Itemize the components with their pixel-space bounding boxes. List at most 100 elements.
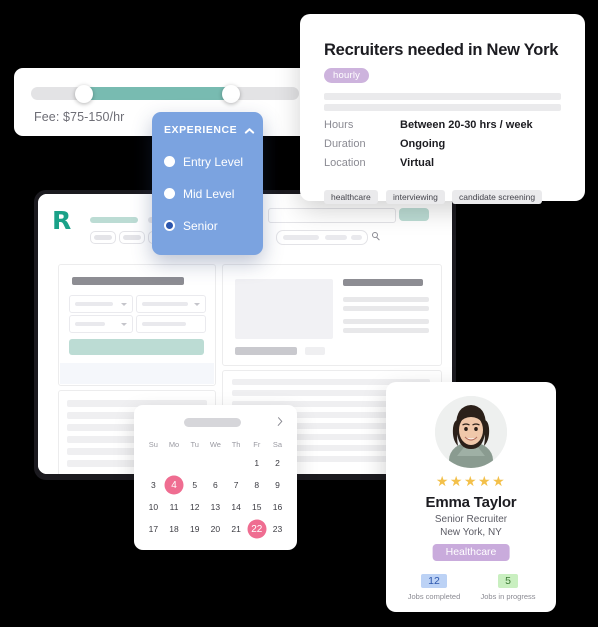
job-description-line bbox=[324, 104, 561, 111]
calendar-month-placeholder[interactable] bbox=[184, 418, 241, 427]
calendar-day-selected[interactable]: 22 bbox=[246, 518, 267, 540]
stat-caption: Jobs completed bbox=[407, 592, 461, 601]
calendar-day[interactable] bbox=[143, 452, 164, 474]
radio-selected-icon[interactable] bbox=[164, 220, 175, 231]
calendar-week-row: 1 2 bbox=[143, 452, 288, 474]
radio-icon[interactable] bbox=[164, 156, 175, 167]
calendar-day[interactable]: 17 bbox=[143, 518, 164, 540]
chevron-up-icon[interactable] bbox=[244, 127, 252, 135]
stat-value: 5 bbox=[498, 574, 518, 588]
calendar-day[interactable]: 23 bbox=[267, 518, 288, 540]
filter-dropdown-1[interactable] bbox=[69, 295, 133, 313]
calendar-day[interactable] bbox=[184, 452, 205, 474]
nav-placeholder-1[interactable] bbox=[90, 217, 138, 223]
experience-option-label: Senior bbox=[183, 219, 218, 233]
header-action-button[interactable] bbox=[399, 208, 429, 221]
calendar-weekday: Su bbox=[148, 440, 158, 449]
chevron-right-icon[interactable] bbox=[276, 418, 284, 427]
filters-panel-heading bbox=[72, 277, 184, 285]
calendar-weekday: Mo bbox=[168, 440, 180, 449]
content-secondary-button[interactable] bbox=[305, 347, 325, 355]
fee-range-handle-max[interactable] bbox=[222, 84, 240, 103]
calendar-day[interactable]: 8 bbox=[246, 474, 267, 496]
job-detail-value: Virtual bbox=[400, 157, 435, 169]
calendar-day[interactable] bbox=[164, 452, 185, 474]
fee-range-handle-min[interactable] bbox=[75, 84, 93, 103]
calendar-day[interactable]: 18 bbox=[164, 518, 185, 540]
calendar-day[interactable]: 6 bbox=[205, 474, 226, 496]
stat-caption: Jobs in progress bbox=[480, 592, 536, 601]
rating-stars: ★★★★★ bbox=[435, 473, 507, 489]
content-heading bbox=[343, 279, 423, 286]
calendar-weekday: Fr bbox=[253, 440, 261, 449]
calendar-day[interactable]: 13 bbox=[205, 496, 226, 518]
filter-dropdown-3[interactable] bbox=[69, 315, 133, 333]
job-detail-key: Hours bbox=[324, 119, 354, 131]
content-image-placeholder bbox=[235, 279, 333, 339]
calendar-day[interactable]: 10 bbox=[143, 496, 164, 518]
calendar-day[interactable]: 2 bbox=[267, 452, 288, 474]
calendar-day[interactable]: 11 bbox=[164, 496, 185, 518]
calendar-day[interactable] bbox=[205, 452, 226, 474]
content-line bbox=[343, 297, 429, 302]
calendar-day[interactable] bbox=[226, 452, 247, 474]
calendar-day[interactable]: 15 bbox=[246, 496, 267, 518]
filter-chip-1[interactable] bbox=[90, 231, 116, 244]
brand-logo-icon[interactable]: R bbox=[52, 208, 76, 234]
recruiter-profile-card: ★★★★★ Emma Taylor Senior Recruiter New Y… bbox=[386, 382, 556, 612]
search-input[interactable] bbox=[276, 230, 368, 245]
calendar-week-row: 10 11 12 13 14 15 16 bbox=[143, 496, 288, 518]
experience-filter-dropdown: EXPERIENCE Entry Level Mid Level Senior bbox=[152, 112, 263, 255]
calendar-day[interactable]: 21 bbox=[226, 518, 247, 540]
filter-text-input[interactable] bbox=[136, 315, 206, 333]
stat-value: 12 bbox=[421, 574, 447, 588]
calendar-day[interactable]: 1 bbox=[246, 452, 267, 474]
calendar-day[interactable]: 20 bbox=[205, 518, 226, 540]
job-detail-value: Ongoing bbox=[400, 138, 446, 150]
filter-chip-2[interactable] bbox=[119, 231, 145, 244]
calendar-day[interactable]: 9 bbox=[267, 474, 288, 496]
content-detail-card bbox=[222, 264, 442, 366]
fee-range-slider[interactable] bbox=[31, 84, 299, 103]
content-primary-button[interactable] bbox=[235, 347, 297, 355]
job-detail-key: Duration bbox=[324, 138, 366, 150]
job-detail-key: Location bbox=[324, 157, 366, 169]
calendar-day[interactable]: 7 bbox=[226, 474, 247, 496]
header-input-field[interactable] bbox=[268, 208, 396, 223]
calendar-day[interactable]: 3 bbox=[143, 474, 164, 496]
apply-filters-button[interactable] bbox=[69, 339, 204, 355]
calendar-widget: Su Mo Tu We Th Fr Sa 1 2 3 4 5 6 7 8 9 1… bbox=[134, 405, 297, 550]
calendar-day-label: 22 bbox=[251, 523, 263, 535]
calendar-grid: Su Mo Tu We Th Fr Sa 1 2 3 4 5 6 7 8 9 1… bbox=[143, 437, 288, 540]
calendar-day[interactable]: 19 bbox=[184, 518, 205, 540]
job-description-line bbox=[324, 93, 561, 100]
recruiter-location: New York, NY bbox=[440, 527, 502, 538]
calendar-day[interactable]: 14 bbox=[226, 496, 247, 518]
content-line bbox=[343, 319, 429, 324]
job-tag[interactable]: interviewing bbox=[386, 190, 445, 204]
calendar-week-row: 3 4 5 6 7 8 9 bbox=[143, 474, 288, 496]
calendar-day[interactable]: 5 bbox=[184, 474, 205, 496]
calendar-day-label: 4 bbox=[171, 479, 177, 491]
job-tag[interactable]: healthcare bbox=[324, 190, 378, 204]
radio-icon[interactable] bbox=[164, 188, 175, 199]
content-line bbox=[343, 328, 429, 333]
calendar-day[interactable]: 12 bbox=[184, 496, 205, 518]
calendar-weekday: Sa bbox=[272, 440, 283, 449]
job-tag[interactable]: candidate screening bbox=[452, 190, 543, 204]
recruiter-specialty-badge[interactable]: Healthcare bbox=[432, 544, 510, 561]
calendar-weekday: Th bbox=[231, 440, 241, 449]
calendar-week-row: 17 18 19 20 21 22 23 bbox=[143, 518, 288, 540]
experience-option-label: Entry Level bbox=[183, 155, 244, 169]
recruiter-role: Senior Recruiter bbox=[434, 514, 508, 525]
filters-panel-footer bbox=[60, 363, 214, 384]
calendar-weekday: Tu bbox=[190, 440, 199, 449]
calendar-day-selected[interactable]: 4 bbox=[164, 474, 185, 496]
job-detail-value: Between 20-30 hrs / week bbox=[400, 119, 533, 131]
search-icon[interactable] bbox=[372, 232, 381, 241]
job-title: Recruiters needed in New York bbox=[324, 41, 559, 59]
job-posting-card: Recruiters needed in New York hourly Hou… bbox=[300, 14, 585, 204]
calendar-day[interactable]: 16 bbox=[267, 496, 288, 518]
calendar-weekday-header: Su Mo Tu We Th Fr Sa bbox=[143, 437, 288, 452]
filter-dropdown-2[interactable] bbox=[136, 295, 206, 313]
